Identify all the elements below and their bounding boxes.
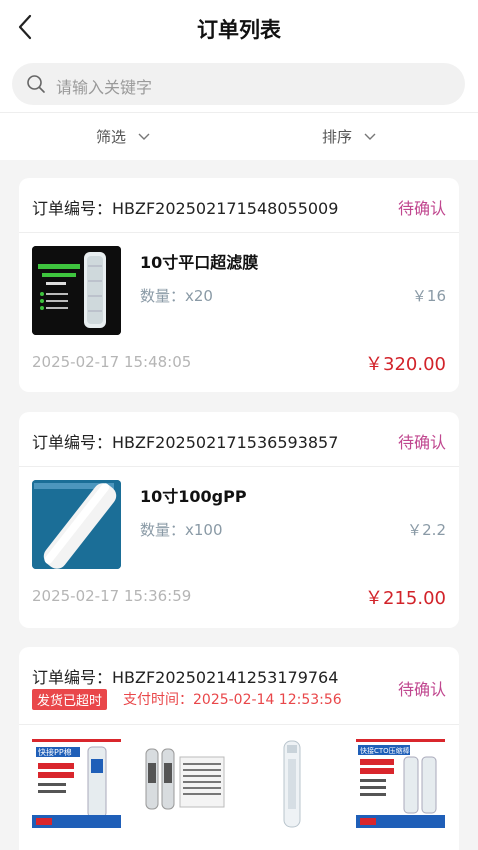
order-number: 订单编号：HBZF202502171536593857 — [32, 433, 339, 452]
order-header: 订单编号：HBZF202502141253179764 待确认 发货已超时 支付… — [19, 647, 459, 725]
top-bar: 订单列表 请输入关键字 — [0, 0, 478, 112]
product-image — [140, 739, 229, 828]
order-footer: 2025-02-17 15:48:05 ￥320.00 — [19, 353, 459, 392]
overdue-badge: 发货已超时 — [32, 689, 108, 710]
order-status: 待确认 — [397, 199, 446, 218]
chevron-down-icon — [364, 133, 376, 140]
filter-bar: 筛选 排序 — [0, 112, 478, 160]
product-image — [32, 480, 121, 569]
order-card[interactable]: 订单编号：HBZF202502171536593857 待确认 10寸100gP… — [19, 412, 459, 628]
sort-label: 排序 — [322, 128, 353, 146]
product-price: ￥16 — [411, 287, 446, 305]
order-number: 订单编号：HBZF202502141253179764 — [32, 668, 339, 687]
search-icon — [27, 75, 45, 93]
order-header: 订单编号：HBZF202502171536593857 待确认 — [19, 412, 459, 467]
product-image — [32, 246, 121, 335]
order-number: 订单编号：HBZF202502171548055009 — [32, 199, 339, 218]
product-name: 10寸平口超滤膜 — [140, 253, 259, 272]
product-image: 快接PP棉 — [32, 739, 121, 828]
order-card[interactable]: 订单编号：HBZF202502171548055009 待确认 10寸平口超滤膜 — [19, 178, 459, 392]
pay-time: 支付时间：2025-02-14 12:53:56 — [123, 692, 342, 708]
thumb-label: 快接PP棉 — [38, 747, 72, 757]
sort-button[interactable]: 排序 — [322, 126, 376, 147]
product-row[interactable]: 10寸100gPP 数量：x100 ￥2.2 — [19, 467, 459, 587]
product-thumbnails[interactable]: 快接PP棉 快接CTO压缩棒 — [19, 725, 459, 835]
order-card[interactable]: 订单编号：HBZF202502141253179764 待确认 发货已超时 支付… — [19, 647, 459, 850]
search-placeholder: 请输入关键字 — [56, 78, 153, 97]
order-time: 2025-02-17 15:48:05 — [32, 353, 192, 371]
order-time: 2025-02-17 15:36:59 — [32, 587, 192, 605]
product-quantity: 数量：x100 — [140, 521, 223, 539]
product-price: ￥2.2 — [407, 521, 446, 539]
product-image: 快接CTO压缩棒 — [356, 739, 445, 828]
filter-label: 筛选 — [96, 128, 127, 146]
product-image — [248, 739, 337, 828]
order-status: 待确认 — [397, 433, 446, 452]
product-quantity: 数量：x20 — [140, 287, 213, 305]
order-status: 待确认 — [397, 680, 446, 699]
order-footer: 2025-02-17 15:36:59 ￥215.00 — [19, 587, 459, 627]
chevron-down-icon — [138, 133, 150, 140]
filter-button[interactable]: 筛选 — [96, 126, 150, 147]
page-title: 订单列表 — [197, 18, 281, 42]
search-input[interactable]: 请输入关键字 — [12, 63, 465, 105]
product-name: 10寸100gPP — [140, 487, 247, 506]
order-total: ￥215.00 — [365, 588, 446, 609]
order-total: ￥320.00 — [365, 354, 446, 375]
order-header: 订单编号：HBZF202502171548055009 待确认 — [19, 178, 459, 233]
product-row[interactable]: 10寸平口超滤膜 数量：x20 ￥16 — [19, 233, 459, 353]
thumb-label: 快接CTO压缩棒 — [360, 746, 410, 755]
